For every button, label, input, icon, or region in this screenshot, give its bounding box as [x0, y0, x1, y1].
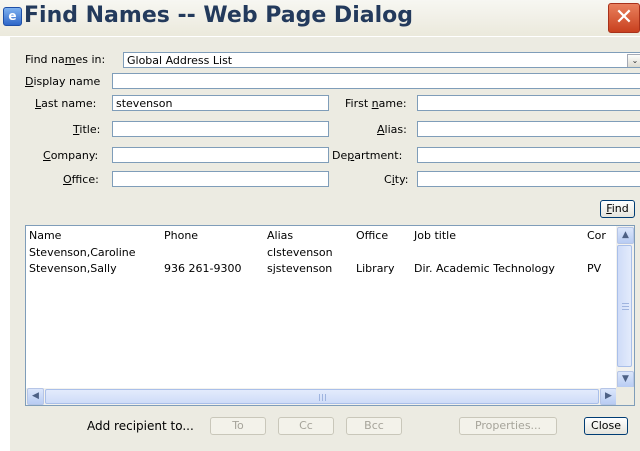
vertical-scrollbar[interactable]: ▲ ▼ — [616, 226, 634, 389]
chevron-down-icon[interactable]: ⌄ — [627, 54, 640, 67]
column-header-alias[interactable]: Alias — [267, 229, 293, 242]
title-label: Title: — [73, 123, 101, 136]
cc-button[interactable]: Cc — [278, 417, 334, 435]
row-phone: 936 261-9300 — [164, 262, 242, 275]
address-list-value: Global Address List — [127, 54, 233, 67]
department-field[interactable] — [417, 147, 640, 163]
first-name-field[interactable] — [417, 95, 640, 111]
city-field[interactable] — [417, 171, 640, 187]
find-button[interactable]: Find — [600, 200, 635, 218]
close-window-button[interactable]: ✕ — [608, 3, 640, 33]
to-button[interactable]: To — [210, 417, 266, 435]
scroll-up-icon[interactable]: ▲ — [617, 227, 634, 244]
row-job-title: Dir. Academic Technology — [414, 262, 555, 275]
alias-label: Alias: — [377, 123, 407, 136]
add-recipient-label: Add recipient to... — [87, 419, 194, 433]
grip-icon — [622, 303, 629, 310]
column-header-job-title[interactable]: Job title — [414, 229, 456, 242]
title-field[interactable] — [112, 121, 329, 137]
alias-field[interactable] — [417, 121, 640, 137]
scroll-down-icon[interactable]: ▼ — [617, 371, 634, 388]
title-bar: e Find Names -- Web Page Dialog ✕ — [0, 0, 640, 36]
column-header-phone[interactable]: Phone — [164, 229, 198, 242]
column-header-name[interactable]: Name — [29, 229, 61, 242]
row-alias: sjstevenson — [267, 262, 333, 275]
horizontal-scroll-thumb[interactable] — [45, 389, 599, 404]
ie-page-icon: e — [3, 7, 22, 26]
horizontal-scrollbar[interactable]: ◀ ▶ — [26, 388, 618, 405]
company-label: Company: — [43, 149, 99, 162]
office-field[interactable] — [112, 171, 329, 187]
display-name-label: Display name — [25, 75, 101, 88]
column-header-office[interactable]: Office — [356, 229, 388, 242]
close-button[interactable]: Close — [584, 417, 628, 435]
row-name: Stevenson,Caroline — [29, 246, 136, 259]
grip-icon — [319, 394, 326, 401]
address-list-select[interactable]: Global Address List ⌄ — [123, 52, 640, 68]
properties-button[interactable]: Properties... — [459, 417, 557, 435]
row-alias: clstevenson — [267, 246, 333, 259]
city-label: City: — [384, 173, 409, 186]
scroll-left-icon[interactable]: ◀ — [27, 388, 44, 405]
results-list[interactable]: Name Phone Alias Office Job title Cor St… — [25, 225, 635, 406]
office-label: Office: — [63, 173, 99, 186]
scroll-right-icon[interactable]: ▶ — [600, 388, 617, 405]
vertical-scroll-thumb[interactable] — [617, 245, 632, 367]
bcc-button[interactable]: Bcc — [346, 417, 402, 435]
last-name-label: Last name: — [35, 97, 97, 110]
row-name: Stevenson,Sally — [29, 262, 117, 275]
column-header-company[interactable]: Cor — [587, 229, 606, 242]
find-names-in-label: Find names in: — [25, 53, 106, 66]
department-label: Department: — [332, 149, 403, 162]
window-title: Find Names -- Web Page Dialog — [24, 3, 413, 28]
last-name-field[interactable]: stevenson — [112, 95, 329, 111]
scrollbar-corner — [616, 387, 634, 405]
row-company: PV — [587, 262, 602, 275]
display-name-field[interactable] — [112, 73, 640, 89]
row-office: Library — [356, 262, 395, 275]
company-field[interactable] — [112, 147, 329, 163]
first-name-label: First name: — [345, 97, 407, 110]
